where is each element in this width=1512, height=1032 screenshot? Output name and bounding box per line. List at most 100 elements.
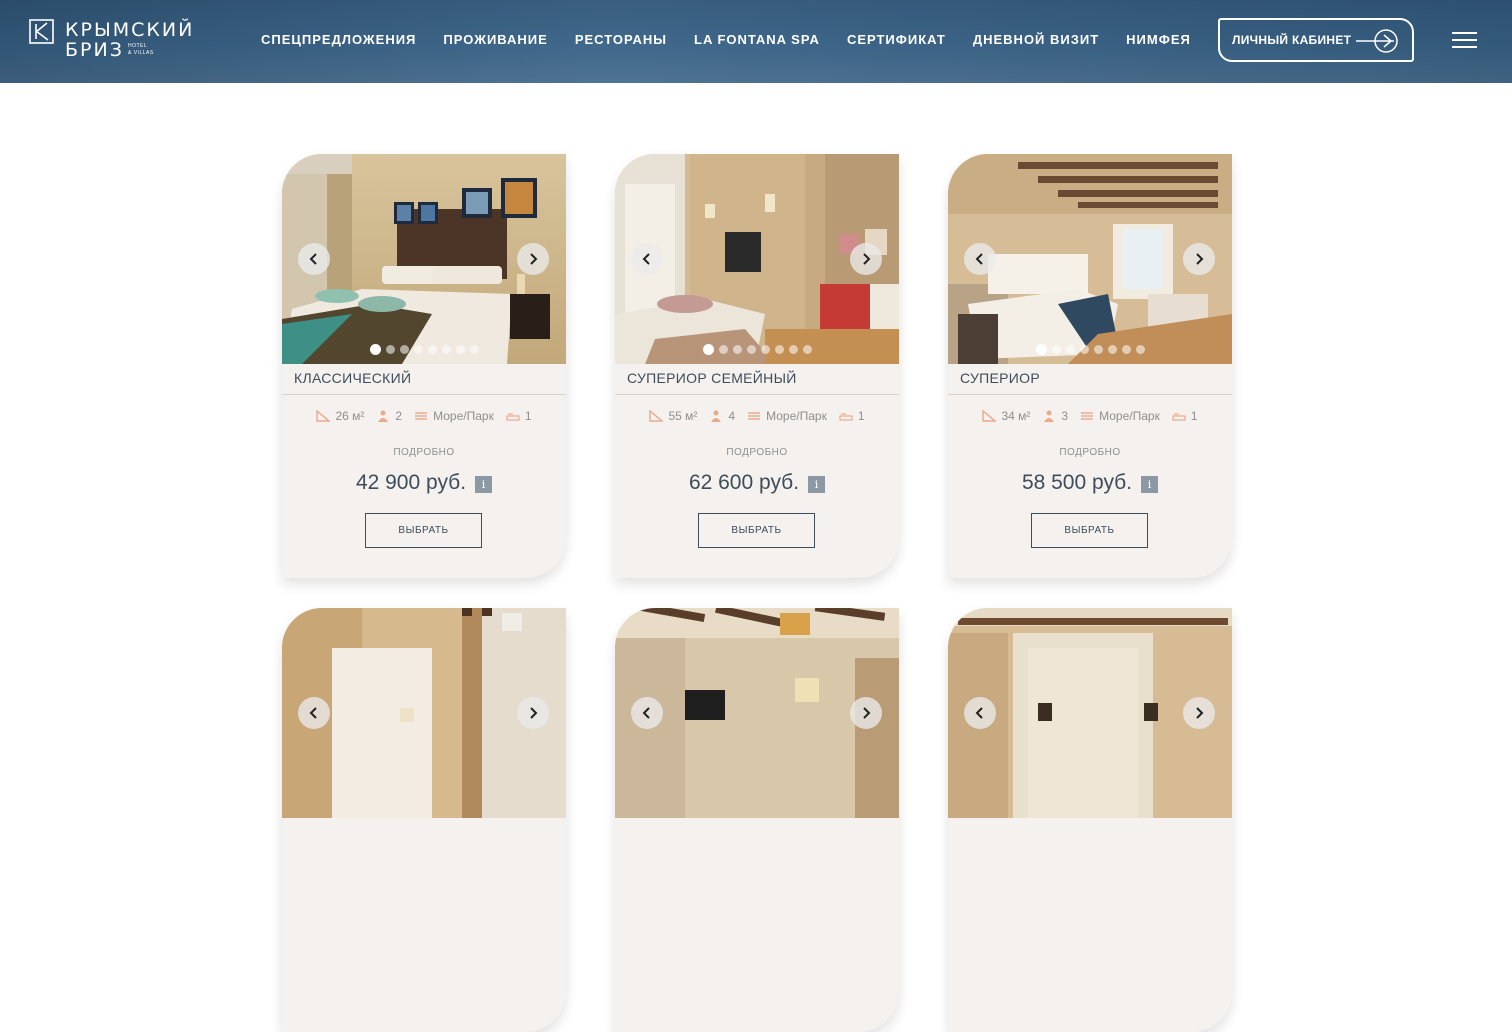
nav-certificate[interactable]: СЕРТИФИКАТ (847, 30, 946, 50)
details-link[interactable]: ПОДРОБНО (615, 447, 899, 458)
room-photo[interactable] (615, 608, 899, 818)
guest-person-icon (1044, 410, 1055, 422)
area-value: 55 м² (668, 409, 698, 423)
choose-room-button[interactable]: ВЫБРАТЬ (1031, 513, 1148, 548)
room-card-superior: СУПЕРИОР 34 м² 3 Море/Парк 1 ПОДРОБНО 58… (948, 154, 1232, 578)
slider-prev-button[interactable] (631, 243, 663, 275)
area-value: 26 м² (335, 409, 365, 423)
hotel-logo[interactable]: КРЫМСКИЙ БРИЗ HOTEL & VILLAS (29, 19, 199, 61)
room-photo[interactable] (282, 608, 566, 818)
slider-dot[interactable] (1035, 344, 1047, 355)
slider-prev-button[interactable] (964, 243, 996, 275)
slider-dot[interactable] (702, 344, 714, 355)
price-row: 62 600 руб. i (615, 471, 899, 495)
slider-dot[interactable] (746, 345, 756, 354)
bed-icon (839, 413, 853, 421)
room-photo[interactable] (615, 154, 899, 364)
feature-beds: 1 (839, 409, 865, 423)
slider-next-button[interactable] (850, 243, 882, 275)
nav-special-offers[interactable]: СПЕЦПРЕДЛОЖЕНИЯ (261, 30, 416, 50)
slider-dot[interactable] (1051, 345, 1061, 354)
view-value: Море/Парк (1099, 409, 1160, 423)
choose-room-button[interactable]: ВЫБРАТЬ (365, 513, 482, 548)
area-ruler-icon (649, 410, 664, 422)
slider-dot[interactable] (1079, 345, 1089, 354)
slider-dot[interactable] (369, 344, 381, 355)
menu-burger-icon[interactable] (1452, 30, 1477, 50)
room-title[interactable]: СУПЕРИОР СЕМЕЙНЫЙ (627, 370, 797, 386)
slider-dot[interactable] (718, 345, 728, 354)
beds-value: 1 (1190, 409, 1198, 423)
slider-dot[interactable] (1135, 345, 1145, 354)
details-link[interactable]: ПОДРОБНО (282, 447, 566, 458)
nav-day-visit[interactable]: ДНЕВНОЙ ВИЗИТ (973, 30, 1099, 50)
view-window-icon (748, 412, 761, 420)
info-icon[interactable]: i (475, 476, 493, 493)
room-features: 26 м² 2 Море/Парк 1 (282, 409, 566, 423)
view-window-icon (1081, 412, 1094, 420)
chevron-left-icon (309, 707, 317, 719)
slider-next-button[interactable] (1183, 697, 1215, 729)
slider-next-button[interactable] (1183, 243, 1215, 275)
slider-dot[interactable] (802, 345, 812, 354)
feature-beds: 1 (506, 409, 532, 423)
card-divider (282, 394, 566, 395)
room-card-5 (615, 608, 899, 1032)
price-row: 42 900 руб. i (282, 471, 566, 495)
slider-prev-button[interactable] (298, 697, 330, 729)
slider-dot[interactable] (732, 345, 742, 354)
slider-dot[interactable] (427, 345, 437, 354)
room-photo[interactable] (948, 608, 1232, 818)
room-card-4 (282, 608, 566, 1032)
info-icon[interactable]: i (808, 476, 826, 493)
slider-dot[interactable] (385, 345, 395, 354)
chevron-right-icon (530, 707, 538, 719)
slider-dot[interactable] (413, 345, 423, 354)
guests-value: 2 (395, 409, 403, 423)
slider-dot[interactable] (1121, 345, 1131, 354)
room-photo[interactable] (282, 154, 566, 364)
feature-area: 55 м² (649, 409, 697, 423)
choose-room-button[interactable]: ВЫБРАТЬ (698, 513, 815, 548)
slider-prev-button[interactable] (964, 697, 996, 729)
nav-nymphaea[interactable]: НИМФЕЯ (1126, 30, 1191, 50)
room-title[interactable]: КЛАССИЧЕСКИЙ (294, 370, 411, 386)
beds-value: 1 (524, 409, 532, 423)
card-divider (615, 394, 899, 395)
guest-person-icon (378, 410, 389, 422)
nav-spa[interactable]: LA FONTANA SPA (694, 30, 820, 50)
view-value: Море/Парк (433, 409, 494, 423)
slider-next-button[interactable] (517, 697, 549, 729)
slider-dot[interactable] (455, 345, 465, 354)
room-price: 42 900 руб. (355, 471, 467, 494)
slider-next-button[interactable] (850, 697, 882, 729)
feature-view: Море/Парк (414, 409, 494, 423)
slider-dot[interactable] (469, 345, 479, 354)
slider-dot[interactable] (441, 345, 451, 354)
view-window-icon (415, 412, 428, 420)
slider-next-button[interactable] (517, 243, 549, 275)
slider-dot[interactable] (1093, 345, 1103, 354)
feature-area: 26 м² (316, 409, 364, 423)
area-ruler-icon (982, 410, 997, 422)
room-title[interactable]: СУПЕРИОР (960, 370, 1040, 386)
details-link[interactable]: ПОДРОБНО (948, 447, 1232, 458)
slider-dot[interactable] (399, 345, 409, 354)
slider-dot[interactable] (774, 345, 784, 354)
slider-prev-button[interactable] (298, 243, 330, 275)
slider-prev-button[interactable] (631, 697, 663, 729)
room-photo[interactable] (948, 154, 1232, 364)
nav-restaurants[interactable]: РЕСТОРАНЫ (575, 30, 667, 50)
nav-accommodation[interactable]: ПРОЖИВАНИЕ (443, 30, 547, 50)
slider-dots (948, 344, 1232, 355)
personal-account-button[interactable]: ЛИЧНЫЙ КАБИНЕТ (1218, 18, 1414, 62)
slider-dot[interactable] (1107, 345, 1117, 354)
feature-guests: 3 (1042, 409, 1068, 423)
feature-guests: 4 (709, 409, 735, 423)
slider-dot[interactable] (788, 345, 798, 354)
slider-dot[interactable] (1065, 345, 1075, 354)
slider-dot[interactable] (760, 345, 770, 354)
logo-sub-hotel: HOTEL (128, 43, 148, 49)
logo-text-line1: КРЫМСКИЙ (65, 19, 195, 41)
info-icon[interactable]: i (1141, 476, 1159, 493)
